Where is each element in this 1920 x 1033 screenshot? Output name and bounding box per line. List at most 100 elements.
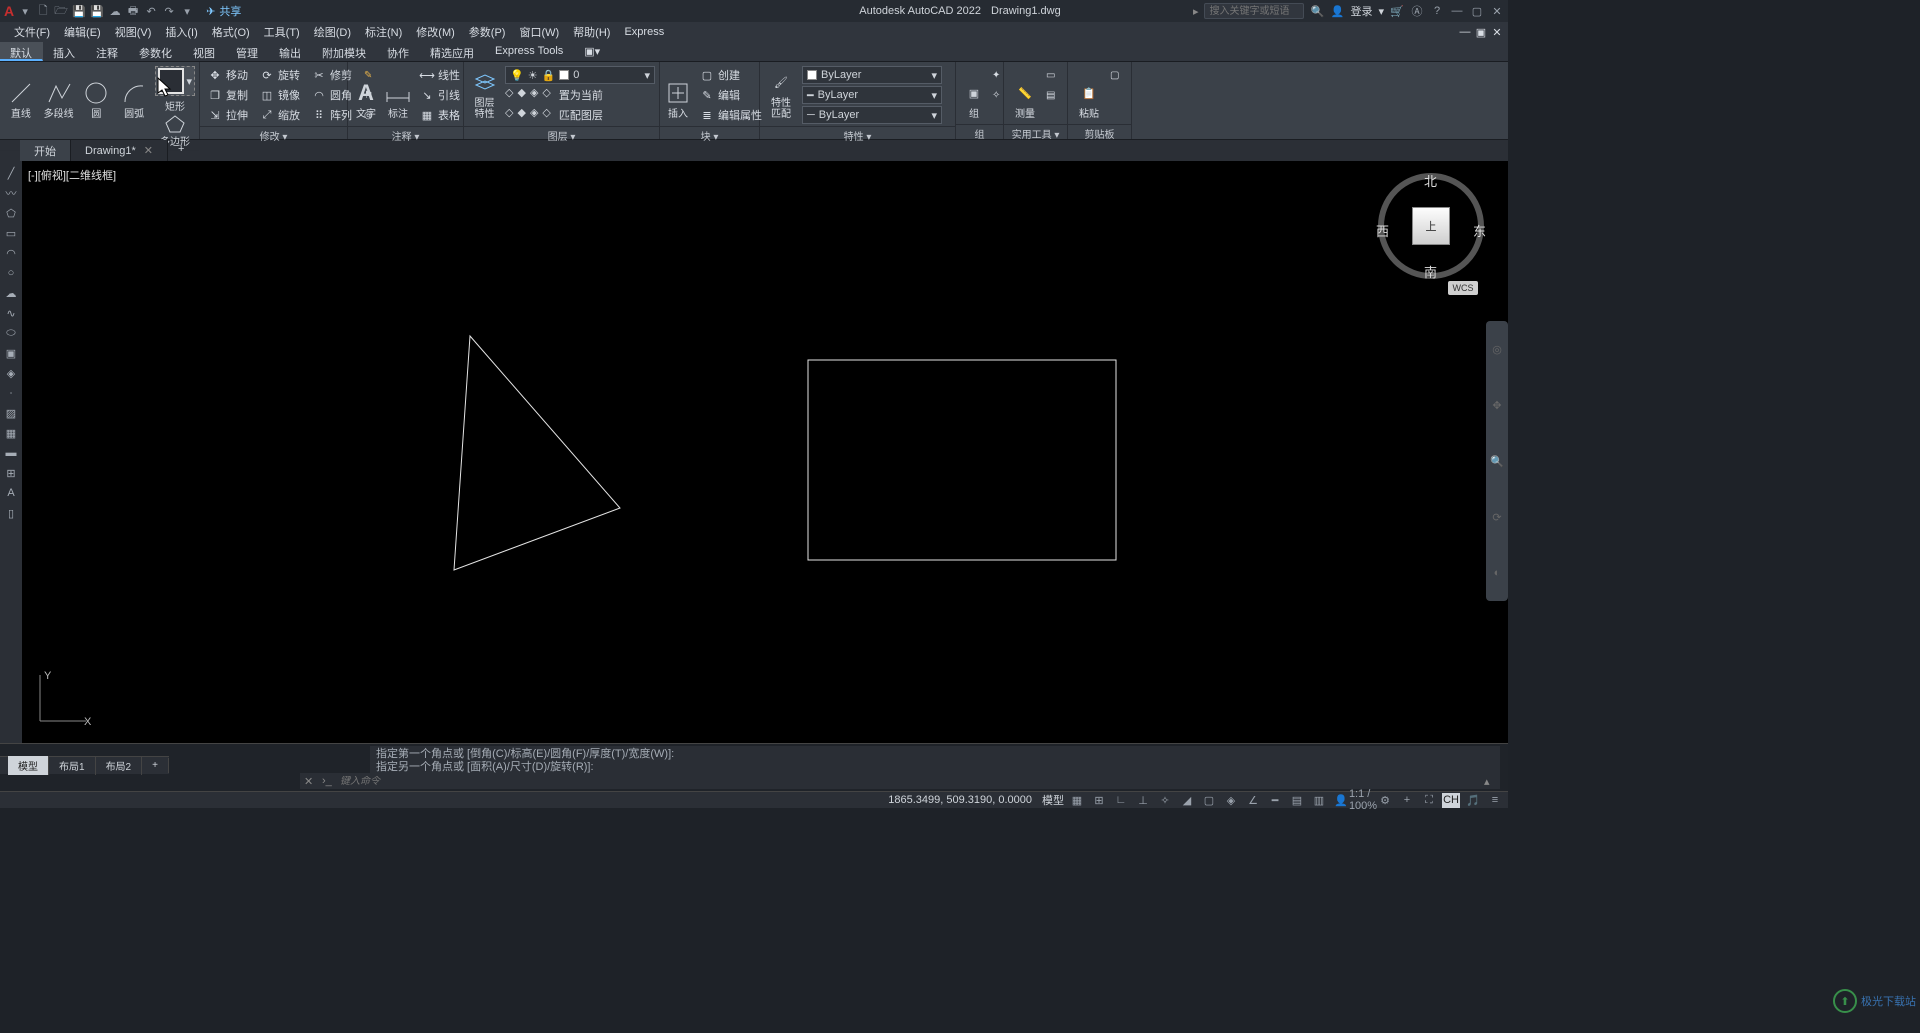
lt-hatch-icon[interactable]: ▨	[0, 403, 22, 423]
view-cube[interactable]: 北 南 西 东 上	[1376, 171, 1486, 291]
status-cycle-icon[interactable]: ▥	[1310, 793, 1328, 808]
lt-region-icon[interactable]: ▬	[0, 443, 22, 463]
layer-small-2-icon[interactable]: ◆	[517, 86, 525, 104]
undo-icon[interactable]: ↶	[144, 4, 158, 18]
move-button[interactable]: ✥移动	[204, 66, 252, 84]
saveas-icon[interactable]: 💾	[90, 4, 104, 18]
tab-collab[interactable]: 协作	[377, 42, 420, 61]
lineweight-combo[interactable]: ━ByLayer▾	[802, 86, 942, 104]
layer-props-button[interactable]: 图层 特性	[468, 64, 501, 122]
search-go-icon[interactable]: 🔍	[1310, 4, 1324, 18]
layout-model[interactable]: 模型	[8, 756, 49, 775]
clip-small-1[interactable]: ▢	[1110, 66, 1119, 84]
ribbon-chevron-icon[interactable]: ▣▾	[578, 42, 607, 61]
panel-clip-footer[interactable]: 剪贴板	[1068, 124, 1131, 139]
arc-button[interactable]: 圆弧	[117, 64, 151, 122]
menu-file[interactable]: 文件(F)	[8, 24, 56, 40]
create-block-button[interactable]: ▢创建	[696, 66, 766, 84]
menu-view[interactable]: 视图(V)	[109, 24, 158, 40]
mirror-button[interactable]: ◫镜像	[256, 86, 304, 104]
status-scale[interactable]: 1:1 / 100%	[1354, 793, 1372, 808]
command-close-icon[interactable]: ✕	[304, 775, 316, 788]
layer-small-7-icon[interactable]: ◈	[530, 106, 538, 124]
status-customize-icon[interactable]: ≡	[1486, 793, 1504, 808]
status-iso-icon[interactable]: ◢	[1178, 793, 1196, 808]
lt-polygon-icon[interactable]: ⬠	[0, 203, 22, 223]
group-button[interactable]: ▣ 组	[960, 64, 988, 122]
save-icon[interactable]: 💾	[72, 4, 86, 18]
lt-circle-icon[interactable]: ○	[0, 263, 22, 283]
layout-add[interactable]: +	[142, 758, 169, 773]
panel-group-footer[interactable]: 组	[956, 124, 1003, 139]
command-expand-icon[interactable]: ▴	[1484, 775, 1496, 788]
tab-view[interactable]: 视图	[183, 42, 226, 61]
layer-small-6-icon[interactable]: ◆	[517, 106, 525, 124]
cart-icon[interactable]: 🛒	[1390, 4, 1404, 18]
status-grid-icon[interactable]: ▦	[1068, 793, 1086, 808]
status-otrack-icon[interactable]: ∠	[1244, 793, 1262, 808]
status-plus-icon[interactable]: +	[1398, 793, 1416, 808]
dim-button[interactable]: 标注	[384, 64, 412, 122]
edit-attr-button[interactable]: ≣编辑属性	[696, 106, 766, 124]
lt-line-icon[interactable]: ╱	[0, 163, 22, 183]
nav-orbit-icon[interactable]: ⟳	[1486, 489, 1508, 545]
nav-pan-icon[interactable]: ✥	[1486, 377, 1508, 433]
panel-props-footer[interactable]: 特性 ▾	[760, 126, 955, 141]
lt-pline-icon[interactable]: 〰	[0, 183, 22, 203]
status-trans-icon[interactable]: ▤	[1288, 793, 1306, 808]
search-input[interactable]	[1204, 3, 1304, 19]
make-current-button[interactable]: 置为当前	[555, 86, 607, 104]
drawing-area[interactable]: ╱ 〰 ⬠ ▭ ◠ ○ ☁ ∿ ⬭ ▣ ◈ ∙ ▨ ▦ ▬ ⊞ A ▯ [-][…	[0, 161, 1508, 743]
status-osnap-icon[interactable]: ▢	[1200, 793, 1218, 808]
cube-west[interactable]: 西	[1376, 221, 1389, 240]
menu-draw[interactable]: 绘图(D)	[308, 24, 357, 40]
color-combo[interactable]: ByLayer▾	[802, 66, 942, 84]
user-icon[interactable]: 👤	[1330, 4, 1344, 18]
doc-close-icon[interactable]: ✕	[1490, 26, 1504, 39]
menu-tools[interactable]: 工具(T)	[258, 24, 306, 40]
wcs-button[interactable]: WCS	[1448, 281, 1478, 295]
util-small-1[interactable]: ▭	[1046, 66, 1055, 84]
window-close-icon[interactable]: ✕	[1490, 4, 1504, 18]
lt-text-icon[interactable]: A	[0, 483, 22, 503]
lt-arc-icon[interactable]: ◠	[0, 243, 22, 263]
menu-help[interactable]: 帮助(H)	[567, 24, 616, 40]
lt-insert-icon[interactable]: ▣	[0, 343, 22, 363]
new-tab-button[interactable]: +	[168, 140, 194, 161]
open-icon[interactable]: 🗁	[54, 4, 68, 18]
menu-edit[interactable]: 编辑(E)	[58, 24, 107, 40]
menu-dim[interactable]: 标注(N)	[359, 24, 408, 40]
panel-layer-footer[interactable]: 图层 ▾	[464, 126, 659, 141]
polyline-button[interactable]: 多段线	[42, 64, 76, 122]
layer-small-3-icon[interactable]: ◈	[530, 86, 538, 104]
layer-small-5-icon[interactable]: ◇	[505, 106, 513, 124]
match-props-button[interactable]: 🖌 特性 匹配	[764, 64, 798, 122]
nav-wheel-icon[interactable]: ◐	[1486, 545, 1508, 601]
panel-annot-footer[interactable]: 注释 ▾	[348, 126, 463, 141]
menu-param[interactable]: 参数(P)	[463, 24, 512, 40]
group-small-2[interactable]: ✧	[992, 86, 1000, 104]
doc-max-icon[interactable]: ▣	[1474, 26, 1488, 39]
login-chevron-icon[interactable]: ▾	[1378, 5, 1384, 18]
match-layer-button[interactable]: 匹配图层	[555, 106, 607, 124]
menu-express[interactable]: Express	[618, 26, 670, 38]
stretch-button[interactable]: ⇲拉伸	[204, 106, 252, 124]
layer-small-4-icon[interactable]: ◇	[542, 86, 550, 104]
rotate-button[interactable]: ⟳旋转	[256, 66, 304, 84]
text-button[interactable]: A 文字	[352, 64, 380, 122]
search-icon[interactable]: ▾	[18, 4, 32, 18]
cube-top[interactable]: 上	[1412, 207, 1450, 245]
panel-util-footer[interactable]: 实用工具 ▾	[1004, 124, 1067, 139]
lt-gradient-icon[interactable]: ▦	[0, 423, 22, 443]
layout-1[interactable]: 布局1	[49, 756, 96, 775]
status-gridsnap-icon[interactable]: ∟	[1112, 793, 1130, 808]
help-icon[interactable]: ?	[1430, 4, 1444, 18]
edit-block-button[interactable]: ✎编辑	[696, 86, 766, 104]
login-button[interactable]: 登录	[1350, 3, 1372, 19]
menu-insert[interactable]: 插入(I)	[159, 24, 203, 40]
insert-block-button[interactable]: 插入	[664, 64, 692, 122]
tab-output[interactable]: 输出	[269, 42, 312, 61]
window-max-icon[interactable]: ▢	[1470, 4, 1484, 18]
doc-min-icon[interactable]: —	[1458, 26, 1472, 39]
lt-addsel-icon[interactable]: ▯	[0, 503, 22, 523]
